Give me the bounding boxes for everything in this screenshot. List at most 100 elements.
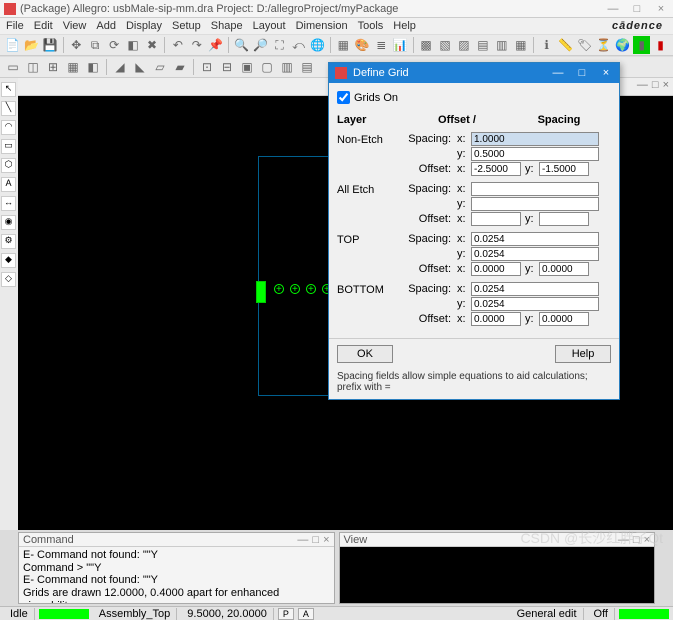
dialog-titlebar[interactable]: Define Grid — □ × bbox=[329, 63, 619, 83]
offset-y-input[interactable] bbox=[539, 312, 589, 326]
offset-y-input[interactable] bbox=[539, 212, 589, 226]
status-p-button[interactable]: P bbox=[278, 608, 294, 620]
spacing-y-input[interactable] bbox=[471, 247, 599, 261]
menu-setup[interactable]: Setup bbox=[172, 20, 201, 32]
t2-a-icon[interactable]: ▭ bbox=[4, 58, 22, 76]
zoom-fit-icon[interactable]: ⛶ bbox=[271, 36, 288, 54]
help-button[interactable]: Help bbox=[555, 345, 611, 363]
spacing-x-input[interactable] bbox=[471, 182, 599, 196]
t2-o-icon[interactable]: ▤ bbox=[298, 58, 316, 76]
t2-d-icon[interactable]: ▦ bbox=[64, 58, 82, 76]
spacing-x-input[interactable] bbox=[471, 132, 599, 146]
pin-icon[interactable]: 📌 bbox=[207, 36, 224, 54]
zoom-world-icon[interactable]: 🌐 bbox=[309, 36, 326, 54]
menu-help[interactable]: Help bbox=[393, 20, 416, 32]
shape2-icon[interactable]: ▨ bbox=[455, 36, 472, 54]
window-close-button[interactable]: × bbox=[653, 3, 669, 15]
panel-close-icon[interactable]: × bbox=[644, 534, 650, 546]
offset-x-input[interactable] bbox=[471, 162, 521, 176]
lt-tool3-icon[interactable]: ◇ bbox=[1, 272, 16, 287]
globe-icon[interactable]: 🌍 bbox=[614, 36, 631, 54]
menu-add[interactable]: Add bbox=[96, 20, 116, 32]
dialog-close-button[interactable]: × bbox=[599, 67, 613, 79]
color-icon[interactable]: 🎨 bbox=[354, 36, 371, 54]
t2-i-icon[interactable]: ▰ bbox=[171, 58, 189, 76]
lt-dim-icon[interactable]: ↔ bbox=[1, 196, 16, 211]
timer-icon[interactable]: ⏳ bbox=[595, 36, 612, 54]
lt-rect-icon[interactable]: ▭ bbox=[1, 139, 16, 154]
shape1-icon[interactable]: ▧ bbox=[437, 36, 454, 54]
menu-view[interactable]: View bbox=[63, 20, 87, 32]
undo-icon[interactable]: ↶ bbox=[169, 36, 186, 54]
chip-icon[interactable]: ▮ bbox=[633, 36, 650, 54]
status-a-button[interactable]: A bbox=[298, 608, 314, 620]
panel-close-icon[interactable]: × bbox=[323, 534, 329, 546]
mirror-icon[interactable]: ◧ bbox=[125, 36, 142, 54]
lt-text-icon[interactable]: A bbox=[1, 177, 16, 192]
view-body[interactable] bbox=[340, 547, 655, 603]
lt-tool1-icon[interactable]: ⚙ bbox=[1, 234, 16, 249]
ok-button[interactable]: OK bbox=[337, 345, 393, 363]
t2-h-icon[interactable]: ▱ bbox=[151, 58, 169, 76]
panel-min-icon[interactable]: — bbox=[297, 534, 308, 546]
spacing-y-input[interactable] bbox=[471, 297, 599, 311]
lt-line-icon[interactable]: ╲ bbox=[1, 101, 16, 116]
tab-max-icon[interactable]: □ bbox=[652, 79, 659, 91]
report-icon[interactable]: ▮ bbox=[652, 36, 669, 54]
dialog-maximize-button[interactable]: □ bbox=[575, 67, 589, 79]
t2-e-icon[interactable]: ◧ bbox=[84, 58, 102, 76]
menu-dimension[interactable]: Dimension bbox=[296, 20, 348, 32]
copy-icon[interactable]: ⧉ bbox=[87, 36, 104, 54]
info-icon[interactable]: ℹ bbox=[538, 36, 555, 54]
zoom-in-icon[interactable]: 🔍 bbox=[233, 36, 250, 54]
offset-x-input[interactable] bbox=[471, 312, 521, 326]
shape4-icon[interactable]: ▥ bbox=[493, 36, 510, 54]
rotate-icon[interactable]: ⟳ bbox=[106, 36, 123, 54]
spacing-y-input[interactable] bbox=[471, 147, 599, 161]
offset-y-input[interactable] bbox=[539, 262, 589, 276]
menu-display[interactable]: Display bbox=[126, 20, 162, 32]
spacing-x-input[interactable] bbox=[471, 232, 599, 246]
t2-g-icon[interactable]: ◣ bbox=[131, 58, 149, 76]
menu-edit[interactable]: Edit bbox=[34, 20, 53, 32]
window-maximize-button[interactable]: □ bbox=[629, 3, 645, 15]
lt-tool2-icon[interactable]: ◆ bbox=[1, 253, 16, 268]
offset-y-input[interactable] bbox=[539, 162, 589, 176]
window-minimize-button[interactable]: — bbox=[605, 3, 621, 15]
move-icon[interactable]: ✥ bbox=[68, 36, 85, 54]
spacing-y-input[interactable] bbox=[471, 197, 599, 211]
lt-select-icon[interactable]: ↖ bbox=[1, 82, 16, 97]
menu-layout[interactable]: Layout bbox=[253, 20, 286, 32]
grid-icon[interactable]: ▩ bbox=[418, 36, 435, 54]
shape3-icon[interactable]: ▤ bbox=[474, 36, 491, 54]
offset-x-input[interactable] bbox=[471, 212, 521, 226]
panel-min-icon[interactable]: — bbox=[618, 534, 629, 546]
grids-on-checkbox[interactable] bbox=[337, 91, 350, 104]
new-icon[interactable]: 📄 bbox=[4, 36, 21, 54]
menu-file[interactable]: File bbox=[6, 20, 24, 32]
zoom-out-icon[interactable]: 🔎 bbox=[252, 36, 269, 54]
status-layer[interactable]: Assembly_Top bbox=[93, 608, 178, 620]
offset-x-input[interactable] bbox=[471, 262, 521, 276]
lt-poly-icon[interactable]: ⬡ bbox=[1, 158, 16, 173]
t2-m-icon[interactable]: ▢ bbox=[258, 58, 276, 76]
t2-k-icon[interactable]: ⊟ bbox=[218, 58, 236, 76]
menu-shape[interactable]: Shape bbox=[211, 20, 243, 32]
spread-icon[interactable]: 📊 bbox=[392, 36, 409, 54]
dialog-minimize-button[interactable]: — bbox=[551, 67, 565, 79]
command-log[interactable]: E- Command not found: ""Y Command > ""Y … bbox=[19, 547, 334, 603]
layers-icon[interactable]: ▦ bbox=[335, 36, 352, 54]
zoom-prev-icon[interactable]: ⤺ bbox=[290, 36, 307, 54]
t2-b-icon[interactable]: ◫ bbox=[24, 58, 42, 76]
t2-f-icon[interactable]: ◢ bbox=[111, 58, 129, 76]
tag-icon[interactable]: 🏷 bbox=[576, 36, 593, 54]
lt-via-icon[interactable]: ◉ bbox=[1, 215, 16, 230]
open-icon[interactable]: 📂 bbox=[23, 36, 40, 54]
panel-max-icon[interactable]: □ bbox=[312, 534, 319, 546]
stack-icon[interactable]: ≣ bbox=[373, 36, 390, 54]
t2-l-icon[interactable]: ▣ bbox=[238, 58, 256, 76]
ruler-icon[interactable]: 📏 bbox=[557, 36, 574, 54]
save-icon[interactable]: 💾 bbox=[42, 36, 59, 54]
t2-n-icon[interactable]: ▥ bbox=[278, 58, 296, 76]
t2-j-icon[interactable]: ⊡ bbox=[198, 58, 216, 76]
